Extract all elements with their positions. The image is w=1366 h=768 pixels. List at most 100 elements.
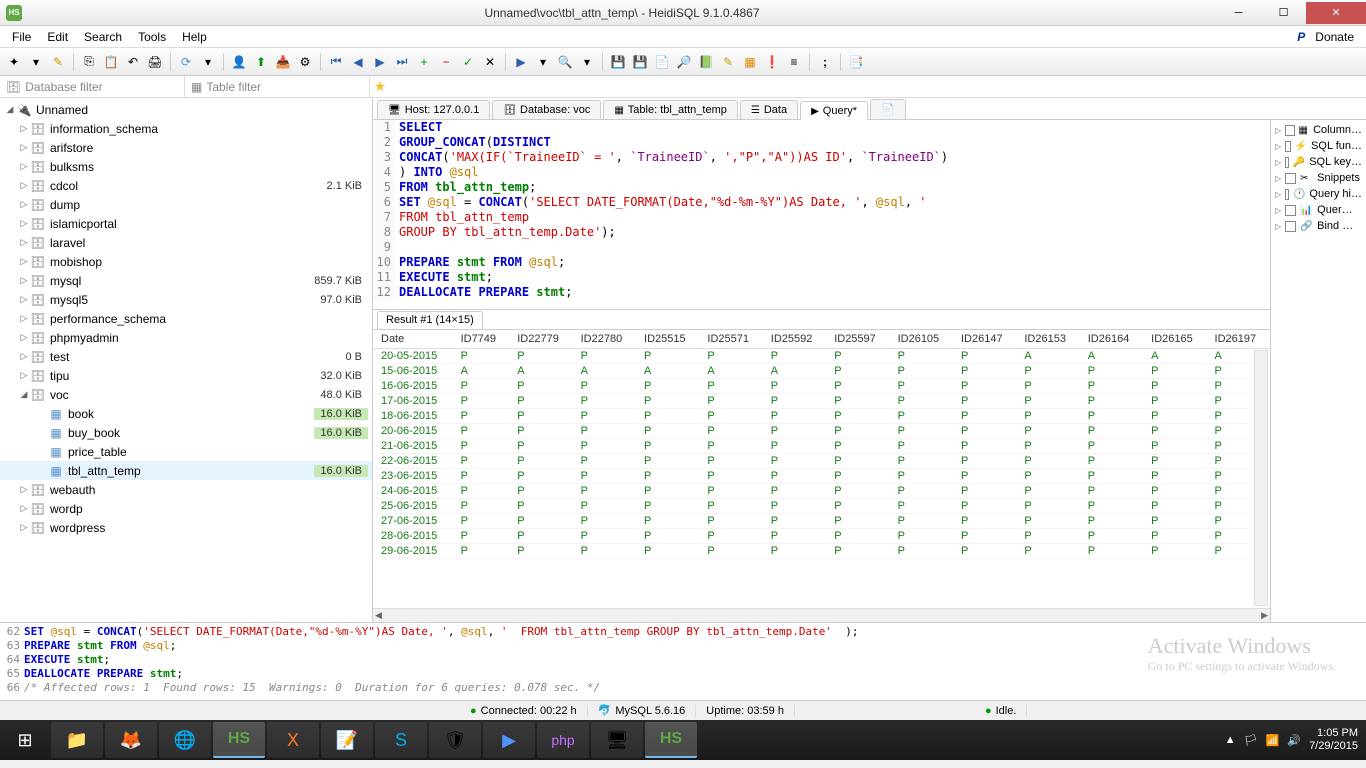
table-row[interactable]: 22-06-2015PPPPPPPPPPPPP — [373, 454, 1270, 469]
cell[interactable]: P — [636, 469, 699, 484]
column-header[interactable]: ID25592 — [763, 330, 826, 349]
task-av[interactable]: 🛡 — [429, 722, 481, 758]
cell[interactable]: P — [826, 499, 889, 514]
cell[interactable]: P — [699, 514, 762, 529]
task-skype[interactable]: S — [375, 722, 427, 758]
cell[interactable]: P — [890, 364, 953, 379]
cell[interactable]: P — [953, 454, 1016, 469]
cell[interactable]: P — [953, 424, 1016, 439]
cell[interactable]: P — [1080, 499, 1143, 514]
tool-saveas[interactable]: 💾 — [630, 52, 650, 72]
cell[interactable]: P — [573, 499, 636, 514]
cell[interactable]: P — [1016, 514, 1079, 529]
tool-last[interactable]: ⏭ — [392, 52, 412, 72]
cell[interactable]: P — [573, 424, 636, 439]
cell[interactable]: P — [1143, 364, 1206, 379]
cell[interactable]: P — [1080, 544, 1143, 559]
cell[interactable]: P — [1080, 469, 1143, 484]
horizontal-scrollbar[interactable]: ◀▶ — [373, 608, 1270, 622]
cell[interactable]: 18-06-2015 — [373, 409, 453, 424]
cell[interactable]: P — [890, 529, 953, 544]
tray-vol-icon[interactable]: 🔊 — [1287, 734, 1301, 747]
tool-stop-dd[interactable]: ▾ — [577, 52, 597, 72]
tool-find[interactable]: 🔎 — [674, 52, 694, 72]
tree-item[interactable]: ▷🗄bulksms — [0, 157, 372, 176]
cell[interactable]: P — [1016, 469, 1079, 484]
cell[interactable]: P — [1080, 379, 1143, 394]
cell[interactable]: P — [509, 409, 572, 424]
cell[interactable]: P — [826, 364, 889, 379]
cell[interactable]: P — [1143, 394, 1206, 409]
tool-refresh[interactable]: ⟳ — [176, 52, 196, 72]
cell[interactable]: 29-06-2015 — [373, 544, 453, 559]
cell[interactable]: P — [826, 409, 889, 424]
table-row[interactable]: 21-06-2015PPPPPPPPPPPPP — [373, 439, 1270, 454]
cell[interactable]: P — [953, 514, 1016, 529]
cell[interactable]: P — [453, 409, 510, 424]
tree-item[interactable]: ▷🗄tipu32.0 KiB — [0, 366, 372, 385]
task-ps[interactable]: ▶ — [483, 722, 535, 758]
cell[interactable]: P — [636, 454, 699, 469]
task-heidi-2[interactable]: HS — [645, 722, 697, 758]
cell[interactable]: P — [509, 469, 572, 484]
cell[interactable]: P — [509, 424, 572, 439]
helper-item[interactable]: ▷📊Quer… — [1273, 202, 1364, 218]
helper-item[interactable]: ▷✂Snippets — [1273, 170, 1364, 186]
table-row[interactable]: 27-06-2015PPPPPPPPPPPPP — [373, 514, 1270, 529]
cell[interactable]: P — [453, 454, 510, 469]
cell[interactable]: P — [763, 514, 826, 529]
cell[interactable]: P — [453, 544, 510, 559]
cell[interactable]: A — [509, 364, 572, 379]
tree-item[interactable]: ▦price_table — [0, 442, 372, 461]
cell[interactable]: P — [699, 529, 762, 544]
tool-undo[interactable]: ↶ — [123, 52, 143, 72]
helper-item[interactable]: ▷▦Column… — [1273, 122, 1364, 138]
tool-snippet[interactable]: 📄 — [652, 52, 672, 72]
task-notepad[interactable]: 📝 — [321, 722, 373, 758]
cell[interactable]: P — [1143, 454, 1206, 469]
cell[interactable]: P — [1080, 409, 1143, 424]
cell[interactable]: P — [1143, 439, 1206, 454]
table-row[interactable]: 23-06-2015PPPPPPPPPPPPP — [373, 469, 1270, 484]
tree-item[interactable]: ▷🗄performance_schema — [0, 309, 372, 328]
cell[interactable]: P — [1143, 379, 1206, 394]
tray-up-icon[interactable]: ▲ — [1225, 734, 1236, 746]
tree-item[interactable]: ◢🗄voc48.0 KiB — [0, 385, 372, 404]
cell[interactable]: P — [636, 379, 699, 394]
cell[interactable]: 16-06-2015 — [373, 379, 453, 394]
cell[interactable]: P — [1143, 499, 1206, 514]
cell[interactable]: P — [636, 484, 699, 499]
cell[interactable]: P — [953, 529, 1016, 544]
table-row[interactable]: 20-06-2015PPPPPPPPPPPPP — [373, 424, 1270, 439]
cell[interactable]: P — [890, 349, 953, 364]
cell[interactable]: A — [763, 364, 826, 379]
cell[interactable]: P — [953, 394, 1016, 409]
tool-dropdown2[interactable]: ▾ — [198, 52, 218, 72]
tool-save[interactable]: 💾 — [608, 52, 628, 72]
cell[interactable]: P — [573, 529, 636, 544]
cell[interactable]: P — [636, 529, 699, 544]
cell[interactable]: P — [953, 439, 1016, 454]
checkbox[interactable] — [1285, 141, 1290, 152]
cell[interactable]: P — [1143, 514, 1206, 529]
cell[interactable]: P — [453, 439, 510, 454]
tree-item[interactable]: ▷🗄arifstore — [0, 138, 372, 157]
cell[interactable]: P — [573, 484, 636, 499]
cell[interactable]: P — [890, 409, 953, 424]
cell[interactable]: P — [453, 394, 510, 409]
cell[interactable]: P — [826, 379, 889, 394]
column-header[interactable]: ID25571 — [699, 330, 762, 349]
menu-file[interactable]: File — [4, 28, 39, 46]
cell[interactable]: P — [890, 499, 953, 514]
cell[interactable]: P — [763, 349, 826, 364]
cell[interactable]: P — [890, 439, 953, 454]
table-row[interactable]: 29-06-2015PPPPPPPPPPPPP — [373, 544, 1270, 559]
helper-item[interactable]: ▷⚡SQL fun… — [1273, 138, 1364, 154]
cell[interactable]: P — [763, 424, 826, 439]
column-header[interactable]: ID26164 — [1080, 330, 1143, 349]
cell[interactable]: P — [573, 469, 636, 484]
tree-item[interactable]: ▷🗄phpmyadmin — [0, 328, 372, 347]
tool-stop[interactable]: 🔍 — [555, 52, 575, 72]
cell[interactable]: P — [1016, 439, 1079, 454]
task-chrome[interactable]: 🌐 — [159, 722, 211, 758]
